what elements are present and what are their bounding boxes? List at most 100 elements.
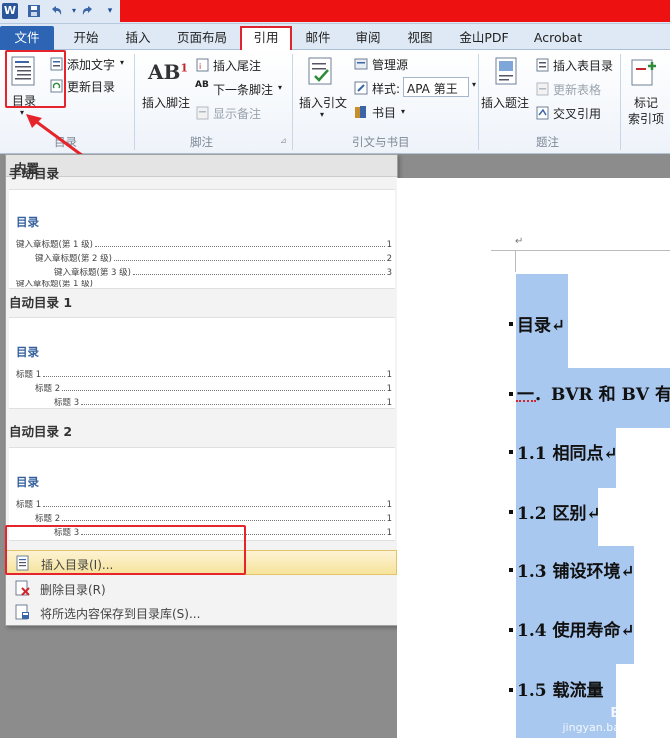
svg-text:i: i <box>199 62 201 71</box>
customize-qat-icon[interactable]: ▾ <box>102 3 118 19</box>
citation-group-label: 引文与书目 <box>352 135 410 149</box>
toc-preview-line: 键入章标题(第 1 级) 1 <box>16 238 392 250</box>
insert-table-of-figures-button[interactable]: 插入表目录 <box>553 57 613 74</box>
group-separator <box>134 54 135 150</box>
save-to-gallery-icon <box>14 604 30 620</box>
update-toc-button[interactable]: 更新目录 <box>67 78 115 95</box>
toc-entry-text: 标题 2 <box>35 514 61 524</box>
toc-entry-text: 键入章标题(第 3 级) <box>54 268 131 278</box>
title-bar: W ▾ ▾ <box>0 0 670 24</box>
mark-entry-button[interactable]: 标记 <box>634 94 658 111</box>
bibliography-icon <box>354 105 369 122</box>
doc-heading-toc[interactable]: 目录↵ <box>517 311 565 336</box>
toc-preview-line: 标题 1 1 <box>16 368 392 380</box>
auto-toc-1-preview[interactable]: 目录 标题 1 1 标题 2 1 标题 3 1 <box>9 317 395 409</box>
undo-icon[interactable] <box>48 3 64 19</box>
mark-entry-button-line2[interactable]: 索引项 <box>628 110 664 127</box>
doc-heading-1-1[interactable]: 1.1 相同点↵ <box>517 439 618 464</box>
toc-entry-text: 标题 1 <box>16 500 42 510</box>
tab-page-layout[interactable]: 页面布局 <box>170 26 234 50</box>
citation-style-dropdown-icon[interactable]: ▾ <box>472 80 476 89</box>
toc-page-number: 1 <box>386 528 392 538</box>
ribbon-tabs: 文件 开始 插入 页面布局 引用 邮件 审阅 视图 金山PDF Acrobat <box>0 24 670 50</box>
paragraph-bullet <box>509 628 513 632</box>
tab-mailings[interactable]: 邮件 <box>298 26 338 50</box>
manual-toc-preview[interactable]: 目录 键入章标题(第 1 级) 1 键入章标题(第 2 级) 2 键入章标题(第 3… <box>9 189 395 289</box>
tab-kingsoft-pdf[interactable]: 金山PDF <box>452 26 516 50</box>
next-footnote-dropdown-icon[interactable]: ▾ <box>278 83 282 92</box>
insert-endnote-icon: i <box>196 58 210 75</box>
save-selection-to-toc-gallery-menu-item[interactable]: 将所选内容保存到目录库(S)... <box>6 600 397 625</box>
add-text-dropdown-icon[interactable]: ▾ <box>120 58 124 67</box>
paragraph-bullet <box>509 450 513 454</box>
citation-style-value: APA 第王 <box>407 82 458 96</box>
doc-heading-1[interactable]: 一．BVR 和 BV 有 <box>517 380 670 405</box>
doc-heading-1-4[interactable]: 1.4 使用寿命↵ <box>517 616 635 641</box>
footnote-dialog-launcher-icon[interactable]: ⊿ <box>280 136 287 145</box>
word-logo-icon: W <box>2 3 18 19</box>
remove-toc-icon <box>14 580 30 596</box>
margin-corner-mark <box>515 250 516 272</box>
remove-toc-menu-item[interactable]: 删除目录(R) <box>6 576 397 601</box>
paragraph-bullet <box>509 688 513 692</box>
tab-view[interactable]: 视图 <box>400 26 440 50</box>
cross-reference-button[interactable]: 交叉引用 <box>553 105 601 122</box>
insert-caption-icon <box>493 56 521 91</box>
paragraph-bullet <box>509 568 513 572</box>
add-text-button[interactable]: 添加文字 <box>67 56 115 73</box>
tab-file[interactable]: 文件 <box>0 26 54 50</box>
redo-icon[interactable] <box>80 3 96 19</box>
paragraph-mark: ↵ <box>515 236 524 247</box>
spellcheck-underline <box>516 400 536 402</box>
gallery-header: 内置 <box>6 155 397 177</box>
insert-caption-button[interactable]: 插入题注 <box>481 94 529 111</box>
watermark-line1: Bai 经验 <box>610 706 664 721</box>
show-notes-button[interactable]: 显示备注 <box>213 105 261 122</box>
toc-page-number: 1 <box>386 384 392 394</box>
toc-page-number: 1 <box>386 514 392 524</box>
toc-preview-line: 键入章标题(第 3 级) 3 <box>54 266 392 278</box>
tab-review[interactable]: 审阅 <box>348 26 388 50</box>
manage-sources-button[interactable]: 管理源 <box>372 56 408 73</box>
paragraph-bullet <box>509 510 513 514</box>
doc-heading-1-5[interactable]: 1.5 载流量 <box>517 676 604 701</box>
show-notes-icon <box>196 106 210 123</box>
title-redaction-bar <box>120 0 670 22</box>
toc-page-number: 1 <box>386 500 392 510</box>
toc-entry-text: 标题 3 <box>54 398 80 408</box>
insert-citation-button[interactable]: 插入引文 <box>299 94 347 111</box>
tab-insert[interactable]: 插入 <box>116 26 160 50</box>
insert-citation-icon <box>306 56 336 91</box>
toc-entry-text: 键入章标题(第 1 级) <box>16 240 93 250</box>
citation-style-select[interactable]: APA 第王 <box>403 77 469 97</box>
document-page[interactable]: ↵ 目录↵ 一．BVR 和 BV 有 1.1 相同点↵ 1.2 区别↵ 1.3 … <box>397 178 670 738</box>
toc-entry-text: 键入章标题(第 2 级) <box>35 254 112 264</box>
update-table-button[interactable]: 更新表格 <box>553 81 601 98</box>
style-icon <box>354 81 369 98</box>
insert-endnote-button[interactable]: 插入尾注 <box>213 57 261 74</box>
tab-home[interactable]: 开始 <box>64 26 108 50</box>
tab-references[interactable]: 引用 <box>240 26 292 50</box>
insert-citation-dropdown-icon[interactable]: ▾ <box>320 110 324 119</box>
gallery-section-title: 自动目录 1 <box>9 295 73 310</box>
update-table-icon <box>536 82 550 99</box>
group-separator <box>620 54 621 150</box>
doc-heading-1-3[interactable]: 1.3 铺设环境↵ <box>517 557 635 582</box>
toc-button-highlight <box>5 50 66 108</box>
toc-entry-text: 键入章标题(第 1 级) <box>16 280 93 289</box>
save-icon[interactable] <box>26 3 42 19</box>
toc-page-number: 1 <box>386 370 392 380</box>
bibliography-button[interactable]: 书目 <box>372 104 396 121</box>
paragraph-bullet <box>509 392 513 396</box>
toc-page-number: 3 <box>386 268 392 278</box>
next-footnote-button[interactable]: 下一条脚注 <box>213 81 273 98</box>
tab-acrobat[interactable]: Acrobat <box>528 26 588 50</box>
bibliography-dropdown-icon[interactable]: ▾ <box>401 107 405 116</box>
baidu-jingyan-watermark: Bai 经验 jingyan.baidu.com <box>562 702 664 734</box>
toc-preview-line: 标题 1 1 <box>16 498 392 510</box>
toc-preview-line: 标题 2 1 <box>35 512 392 524</box>
toc-preview-line: 键入章标题(第 1 级) <box>16 280 216 289</box>
doc-heading-1-2[interactable]: 1.2 区别↵ <box>517 499 601 524</box>
insert-footnote-button[interactable]: 插入脚注 <box>142 94 190 111</box>
style-label: 样式: <box>372 82 401 96</box>
